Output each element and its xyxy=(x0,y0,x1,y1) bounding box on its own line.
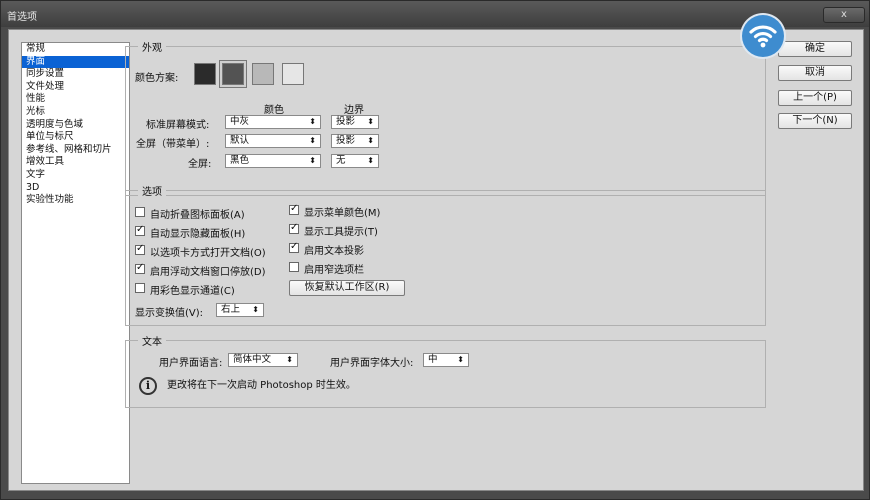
ok-button[interactable]: 确定 xyxy=(778,41,852,57)
sidebar-item-guides[interactable]: 参考线、网格和切片 xyxy=(22,144,129,157)
info-icon: i xyxy=(139,377,157,395)
floating-dock-label: 启用浮动文档窗口停放(D) xyxy=(150,267,266,278)
text-group: 文本 用户界面语言: 简体中文 ⬍ 用户界面字体大小: 中 ⬍ i 更改将在下一次启… xyxy=(125,333,766,408)
close-button[interactable]: x xyxy=(823,7,865,23)
ui-language-select[interactable]: 简体中文 ⬍ xyxy=(228,353,298,367)
fullscreen-label: 全屏: xyxy=(188,159,212,170)
fullscreen-border-select[interactable]: 无 ⬍ xyxy=(331,154,379,168)
check-icon: ✓ xyxy=(136,243,145,254)
open-as-tabs-label: 以选项卡方式打开文档(O) xyxy=(150,248,266,259)
standard-screen-color-select[interactable]: 中灰 ⬍ xyxy=(225,115,321,129)
sidebar-item-3d[interactable]: 3D xyxy=(22,182,129,195)
auto-collapse-checkbox[interactable] xyxy=(135,207,145,217)
dropdown-arrow-icon: ⬍ xyxy=(367,136,374,145)
sidebar-item-transparency[interactable]: 透明度与色域 xyxy=(22,119,129,132)
next-button[interactable]: 下一个(N) xyxy=(778,113,852,129)
sidebar-item-cursors[interactable]: 光标 xyxy=(22,106,129,119)
preferences-window: 首选项 x 常规 界面 同步设置 文件处理 性能 光标 透明度与色域 单位与标尺… xyxy=(0,0,870,500)
standard-screen-label: 标准屏幕模式: xyxy=(146,120,210,131)
tooltips-label: 显示工具提示(T) xyxy=(304,227,378,238)
select-value: 投影 xyxy=(336,135,356,146)
color-channels-checkbox[interactable] xyxy=(135,283,145,293)
dialog-body: 常规 界面 同步设置 文件处理 性能 光标 透明度与色域 单位与标尺 参考线、网… xyxy=(8,29,864,491)
sidebar-item-units[interactable]: 单位与标尺 xyxy=(22,131,129,144)
select-value: 中灰 xyxy=(230,116,250,127)
sidebar-item-performance[interactable]: 性能 xyxy=(22,93,129,106)
narrow-options-bar-checkbox[interactable] xyxy=(289,262,299,272)
transform-values-select[interactable]: 右上 ⬍ xyxy=(216,303,264,317)
check-icon: ✓ xyxy=(290,203,299,214)
appearance-group: 外观 颜色方案: 颜色 边界 标准屏幕模式: 中灰 ⬍ 投影 ⬍ 全屏（带菜单）: … xyxy=(125,39,766,196)
select-value: 中 xyxy=(428,354,438,365)
menu-colors-checkbox[interactable]: ✓ xyxy=(289,203,299,215)
tooltips-checkbox[interactable]: ✓ xyxy=(289,222,299,234)
check-icon: ✓ xyxy=(136,262,145,273)
ui-language-label: 用户界面语言: xyxy=(159,358,223,369)
dropdown-arrow-icon: ⬍ xyxy=(309,136,316,145)
dropdown-arrow-icon: ⬍ xyxy=(286,355,293,364)
standard-screen-border-select[interactable]: 投影 ⬍ xyxy=(331,115,379,129)
category-list: 常规 界面 同步设置 文件处理 性能 光标 透明度与色域 单位与标尺 参考线、网… xyxy=(21,42,130,484)
auto-show-hidden-checkbox[interactable]: ✓ xyxy=(135,224,145,236)
floating-dock-checkbox[interactable]: ✓ xyxy=(135,262,145,274)
fullscreen-menu-border-select[interactable]: 投影 ⬍ xyxy=(331,134,379,148)
color-swatch-darkest[interactable] xyxy=(194,63,216,85)
auto-show-hidden-label: 自动显示隐藏面板(H) xyxy=(150,229,246,240)
color-scheme-label: 颜色方案: xyxy=(135,73,179,84)
check-icon: ✓ xyxy=(290,241,299,252)
sidebar-item-type[interactable]: 文字 xyxy=(22,169,129,182)
wifi-icon xyxy=(742,15,784,57)
fullscreen-color-select[interactable]: 黑色 ⬍ xyxy=(225,154,321,168)
dropdown-arrow-icon: ⬍ xyxy=(367,156,374,165)
fullscreen-menu-color-select[interactable]: 默认 ⬍ xyxy=(225,134,321,148)
previous-button[interactable]: 上一个(P) xyxy=(778,90,852,106)
text-shadow-checkbox[interactable]: ✓ xyxy=(289,241,299,253)
sidebar-item-experimental[interactable]: 实验性功能 xyxy=(22,194,129,207)
dropdown-arrow-icon: ⬍ xyxy=(309,156,316,165)
text-shadow-label: 启用文本投影 xyxy=(304,246,364,257)
sidebar-item-general[interactable]: 常规 xyxy=(22,43,129,56)
auto-collapse-label: 自动折叠图标面板(A) xyxy=(150,210,245,221)
sidebar-item-file-handling[interactable]: 文件处理 xyxy=(22,81,129,94)
open-as-tabs-checkbox[interactable]: ✓ xyxy=(135,243,145,255)
column-border-label: 边界 xyxy=(344,105,364,116)
select-value: 无 xyxy=(336,155,346,166)
title-bar: 首选项 x xyxy=(1,1,869,27)
select-value: 投影 xyxy=(336,116,356,127)
color-swatch-dark[interactable] xyxy=(222,63,244,85)
restore-workspace-button[interactable]: 恢复默认工作区(R) xyxy=(289,280,405,296)
column-color-label: 颜色 xyxy=(264,105,284,116)
sidebar-item-sync[interactable]: 同步设置 xyxy=(22,68,129,81)
color-channels-label: 用彩色显示通道(C) xyxy=(150,286,235,297)
sidebar-item-interface[interactable]: 界面 xyxy=(22,55,129,69)
fullscreen-menu-label: 全屏（带菜单）: xyxy=(136,139,210,150)
color-swatch-lightest[interactable] xyxy=(282,63,304,85)
transform-values-label: 显示变换值(V): xyxy=(135,308,204,319)
select-value: 黑色 xyxy=(230,155,250,166)
color-swatch-light[interactable] xyxy=(252,63,274,85)
restart-notice: 更改将在下一次启动 Photoshop 时生效。 xyxy=(167,380,356,391)
dropdown-arrow-icon: ⬍ xyxy=(457,355,464,364)
wifi-glyph xyxy=(749,25,777,48)
dropdown-arrow-icon: ⬍ xyxy=(252,305,259,314)
sidebar-item-plugins[interactable]: 增效工具 xyxy=(22,156,129,169)
dropdown-arrow-icon: ⬍ xyxy=(309,117,316,126)
text-legend: 文本 xyxy=(138,333,166,348)
window-title: 首选项 xyxy=(7,12,37,23)
ui-font-size-select[interactable]: 中 ⬍ xyxy=(423,353,469,367)
dropdown-arrow-icon: ⬍ xyxy=(367,117,374,126)
select-value: 默认 xyxy=(230,135,250,146)
check-icon: ✓ xyxy=(136,224,145,235)
options-legend: 选项 xyxy=(138,183,166,198)
appearance-legend: 外观 xyxy=(138,39,166,54)
narrow-options-bar-label: 启用窄选项栏 xyxy=(304,265,364,276)
options-group: 选项 自动折叠图标面板(A) ✓ 自动显示隐藏面板(H) ✓ 以选项卡方式打开文… xyxy=(125,183,766,326)
select-value: 简体中文 xyxy=(233,354,272,365)
select-value: 右上 xyxy=(221,304,241,315)
cancel-button[interactable]: 取消 xyxy=(778,65,852,81)
menu-colors-label: 显示菜单颜色(M) xyxy=(304,208,381,219)
check-icon: ✓ xyxy=(290,222,299,233)
ui-font-size-label: 用户界面字体大小: xyxy=(330,358,414,369)
